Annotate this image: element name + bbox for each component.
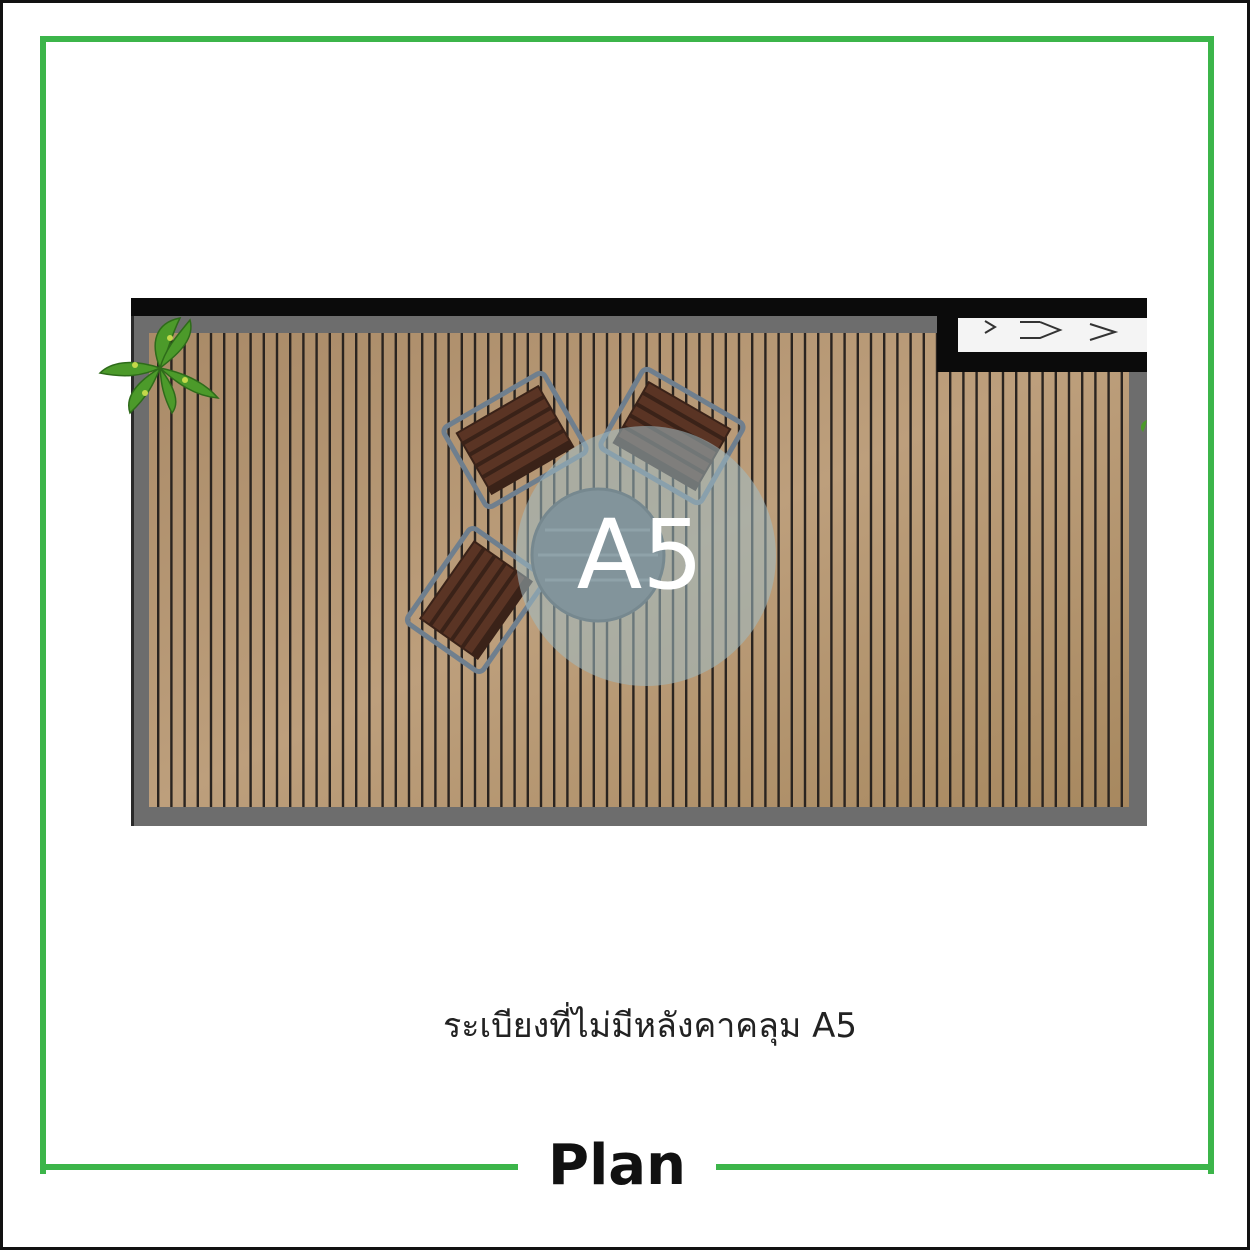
- deck-slat-gap: [988, 333, 991, 807]
- area-label: A5: [577, 499, 704, 611]
- deck-slat-gap: [157, 333, 160, 807]
- deck-slat-gap: [1094, 333, 1097, 807]
- deck-slat-gap: [275, 333, 279, 807]
- deck-slat-gap: [949, 333, 952, 807]
- drawing-caption: ระเบียงที่ไม่มีหลังคาคลุม A5: [443, 1006, 857, 1046]
- deck-slat-gap: [883, 333, 886, 807]
- deck-slat-gap: [196, 333, 199, 807]
- deck-slat-gap: [209, 333, 213, 807]
- deck-slat-gap: [922, 333, 925, 807]
- deck-slat-gap: [1120, 333, 1123, 807]
- deck-slat-gap: [817, 333, 820, 807]
- deck-slat-gap: [1041, 333, 1044, 807]
- deck-slat-gap: [289, 333, 292, 807]
- view-label: Plan: [548, 1133, 686, 1198]
- deck-slat-gap: [447, 333, 450, 807]
- deck-slat-gap: [355, 333, 358, 807]
- deck-slat-gap: [341, 333, 345, 807]
- deck-slat-gap: [315, 333, 318, 807]
- deck-slat-gap: [368, 333, 371, 807]
- deck-slat-gap: [302, 333, 305, 807]
- deck-slat-gap: [777, 333, 780, 807]
- deck-slat-gap: [434, 333, 437, 807]
- deck-slat-gap: [909, 333, 912, 807]
- deck-slat-gap: [1107, 333, 1110, 807]
- deck-slat-gap: [236, 333, 239, 807]
- deck-slat-gap: [1001, 333, 1005, 807]
- deck-slat-gap: [843, 333, 846, 807]
- deck-slat-gap: [962, 333, 965, 807]
- deck-slat-gap: [1015, 333, 1018, 807]
- stair-opening: [958, 318, 1147, 352]
- deck-slat-gap: [856, 333, 859, 807]
- deck-slat-gap: [1028, 333, 1031, 807]
- deck-slat-gap: [830, 333, 833, 807]
- deck-slat-gap: [381, 333, 384, 807]
- deck-slat-gap: [869, 333, 873, 807]
- deck-slat-gap: [394, 333, 397, 807]
- deck-slat-gap: [249, 333, 252, 807]
- deck-slat-gap: [1081, 333, 1084, 807]
- deck-slat-gap: [223, 333, 226, 807]
- deck-slat-gap: [262, 333, 265, 807]
- deck-slat-gap: [328, 333, 331, 807]
- deck-slat-gap: [975, 333, 978, 807]
- deck-slat-gap: [183, 333, 186, 807]
- deck-slat-gap: [1054, 333, 1057, 807]
- deck-slat-gap: [407, 333, 411, 807]
- deck-slat-gap: [935, 333, 939, 807]
- deck-slat-gap: [790, 333, 793, 807]
- deck-slat-gap: [421, 333, 424, 807]
- deck-slat-gap: [1067, 333, 1071, 807]
- deck-slat-gap: [896, 333, 899, 807]
- deck-slat-gap: [803, 333, 807, 807]
- deck-plan-drawing: A5: [98, 298, 1147, 826]
